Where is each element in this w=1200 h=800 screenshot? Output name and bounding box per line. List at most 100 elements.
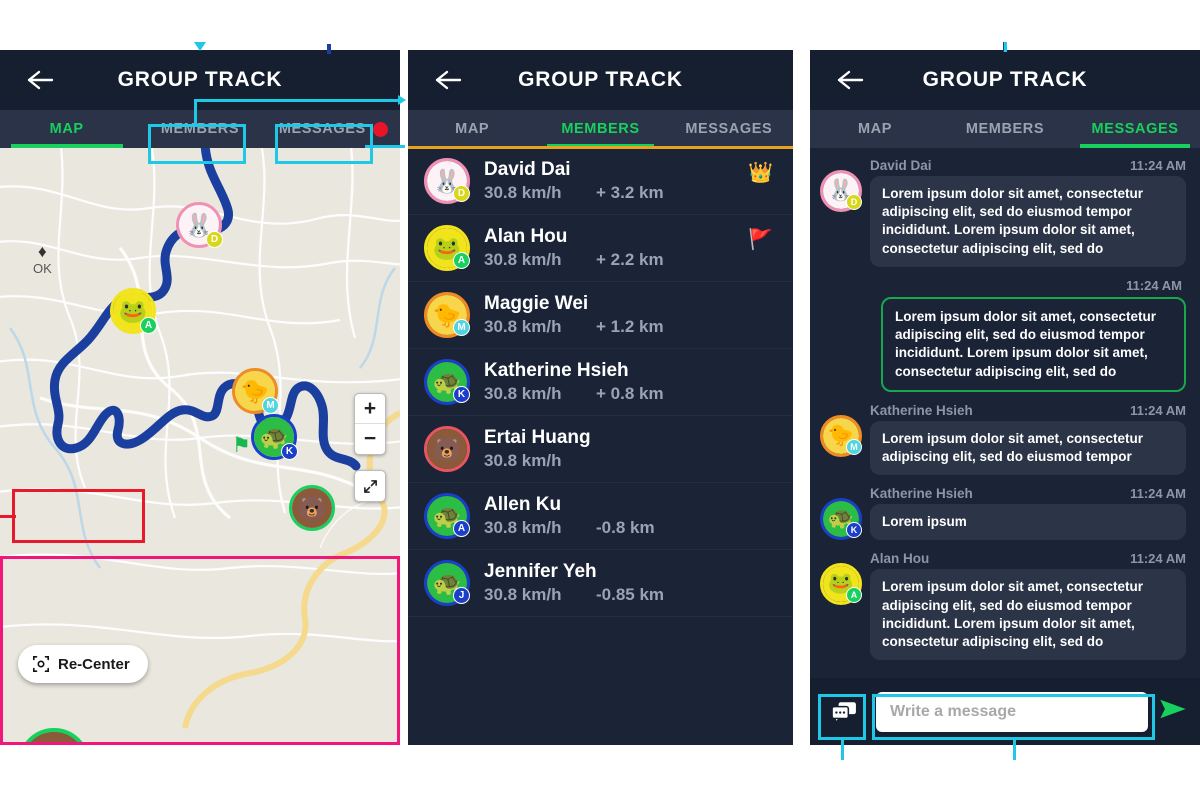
- message-time: 11:24 AM: [1130, 486, 1186, 502]
- back-arrow-icon[interactable]: [26, 68, 54, 92]
- table-row[interactable]: 🐻 Ertai Huang 30.8 km/h: [408, 416, 793, 483]
- avatar: 🐢 J: [424, 560, 470, 606]
- message-body: 11:24 AM Lorem ipsum dolor sit amet, con…: [820, 278, 1186, 392]
- chat-bubbles-icon[interactable]: [822, 693, 866, 731]
- avatar: 🐸 A: [424, 225, 470, 271]
- green-flag-icon: ⚑: [232, 434, 251, 457]
- member-name: Maggie Wei: [484, 293, 589, 314]
- list-item: 🐰 D David Dai 11:24 AM Lorem ipsum dolor…: [820, 158, 1186, 267]
- tab-messages-label: MESSAGES: [278, 121, 366, 137]
- message-author: Katherine Hsieh: [870, 402, 973, 418]
- tab-map-label: MAP: [857, 121, 893, 137]
- tab-members[interactable]: MEMBERS: [536, 110, 664, 148]
- avatar-initial: M: [453, 319, 470, 336]
- message-input[interactable]: Write a message: [876, 691, 1148, 732]
- map-marker-ertai[interactable]: 🐻: [289, 485, 335, 531]
- message-bubble: Lorem ipsum dolor sit amet, consectetur …: [870, 569, 1186, 661]
- member-info: Ertai Huang 30.8 km/h: [484, 427, 777, 471]
- avatar-face: 🐻: [427, 429, 467, 469]
- table-row[interactable]: 🐢 J Jennifer Yeh 30.8 km/h -0.85 km: [408, 550, 793, 617]
- list-item: 🐤 M Katherine Hsieh 11:24 AM Lorem ipsum…: [820, 402, 1186, 476]
- marker-initial: D: [206, 231, 223, 248]
- message-time: 11:24 AM: [1130, 158, 1186, 173]
- pin-icon: ♦: [38, 242, 47, 261]
- member-info: Allen Ku 30.8 km/h -0.8 km: [484, 494, 777, 538]
- message-bubble: Lorem ipsum dolor sit amet, consectetur …: [870, 176, 1186, 267]
- table-row[interactable]: 🐤 M Maggie Wei 30.8 km/h + 1.2 km: [408, 282, 793, 349]
- tab-map[interactable]: MAP: [810, 110, 940, 148]
- tab-map[interactable]: MAP: [0, 110, 133, 148]
- map-zoom-controls[interactable]: + −: [354, 393, 386, 455]
- recenter-label: Re-Center: [58, 655, 130, 673]
- members-list[interactable]: 🐰 D David Dai 30.8 km/h + 3.2 km 👑 🐸 A A…: [408, 148, 793, 745]
- avatar-initial: A: [453, 252, 470, 269]
- avatar-initial: D: [846, 194, 862, 210]
- tab-map-label: MAP: [49, 121, 84, 137]
- message-body: David Dai 11:24 AM Lorem ipsum dolor sit…: [870, 158, 1186, 267]
- member-name: Jennifer Yeh: [484, 561, 597, 582]
- table-row[interactable]: 🐢 A Allen Ku 30.8 km/h -0.8 km: [408, 483, 793, 550]
- map-poi-ok[interactable]: ♦ OK: [33, 243, 52, 276]
- avatar-initial: A: [453, 520, 470, 537]
- member-distance: + 3.2 km: [596, 183, 664, 202]
- avatar: 🐸 A: [820, 563, 862, 606]
- member-speed: 30.8 km/h: [484, 250, 562, 269]
- tab-messages[interactable]: MESSAGES: [665, 110, 793, 148]
- message-body: Katherine Hsieh 11:24 AM Lorem ipsum: [870, 486, 1186, 541]
- avatar: 🐢 K: [424, 359, 470, 405]
- tab-messages[interactable]: MESSAGES: [1070, 110, 1200, 148]
- avatar: 🐰 D: [424, 158, 470, 204]
- screenshot-root: GROUP TRACK MAP MEMBERS MESSAGES ♦ OK ⚑ …: [0, 0, 1200, 800]
- member-distance: -0.8 km: [596, 518, 655, 537]
- tab-messages[interactable]: MESSAGES: [267, 110, 400, 148]
- back-arrow-icon[interactable]: [836, 68, 864, 92]
- member-speed: 30.8 km/h: [484, 384, 562, 403]
- tab-messages-label: MESSAGES: [1091, 121, 1179, 137]
- messages-tab-bar: MAP MEMBERS MESSAGES: [810, 110, 1200, 148]
- member-speed: 30.8 km/h: [484, 451, 562, 470]
- member-info: Maggie Wei 30.8 km/h + 1.2 km: [484, 293, 777, 337]
- tab-members-label: MEMBERS: [561, 121, 640, 137]
- map-tab-bar: MAP MEMBERS MESSAGES: [0, 110, 400, 148]
- send-arrow-icon[interactable]: [1158, 696, 1188, 727]
- table-row[interactable]: 🐢 K Katherine Hsieh 30.8 km/h + 0.8 km: [408, 349, 793, 416]
- zoom-in-button[interactable]: +: [355, 394, 385, 424]
- table-row[interactable]: 🐰 D David Dai 30.8 km/h + 3.2 km 👑: [408, 148, 793, 215]
- member-name: Ertai Huang: [484, 427, 591, 448]
- marker-initial: M: [262, 397, 279, 414]
- tab-members[interactable]: MEMBERS: [133, 110, 266, 148]
- table-row[interactable]: 🐸 A Alan Hou 30.8 km/h + 2.2 km 🚩: [408, 215, 793, 282]
- tab-members-label: MEMBERS: [965, 121, 1045, 137]
- member-speed: 30.8 km/h: [484, 183, 562, 202]
- member-distance: -0.85 km: [596, 585, 665, 604]
- message-body: Katherine Hsieh 11:24 AM Lorem ipsum dol…: [870, 402, 1186, 476]
- message-author: David Dai: [870, 158, 932, 173]
- expand-arrows-icon[interactable]: [354, 470, 386, 502]
- map-marker-maggie[interactable]: 🐤 M: [232, 368, 279, 414]
- back-arrow-icon[interactable]: [434, 68, 462, 92]
- message-time: 11:24 AM: [1126, 277, 1182, 293]
- map-marker-katherine[interactable]: 🐢 K: [251, 414, 298, 460]
- screen-map: GROUP TRACK MAP MEMBERS MESSAGES ♦ OK ⚑ …: [0, 50, 400, 745]
- map-marker-david[interactable]: 🐰 D: [176, 202, 223, 248]
- zoom-out-button[interactable]: −: [355, 424, 385, 454]
- tab-members[interactable]: MEMBERS: [940, 110, 1070, 148]
- member-speed: 30.8 km/h: [484, 518, 562, 537]
- flag-icon: 🚩: [748, 229, 773, 251]
- list-item: 🐸 A Alan Hou 11:24 AM Lorem ipsum dolor …: [820, 551, 1186, 661]
- member-name: David Dai: [484, 159, 571, 180]
- message-list[interactable]: 🐰 D David Dai 11:24 AM Lorem ipsum dolor…: [810, 148, 1200, 678]
- page-title: GROUP TRACK: [117, 68, 283, 91]
- message-author: Alan Hou: [870, 551, 930, 567]
- map-marker-alan[interactable]: 🐸 A: [110, 288, 157, 334]
- map-canvas[interactable]: ♦ OK ⚑ 🐰 D 🐸 A 🐤 M 🐢 K 🐻 + − Re-Center: [0, 148, 400, 745]
- member-distance: + 2.2 km: [596, 250, 664, 269]
- avatar-initial: M: [846, 438, 862, 455]
- message-bubble: Lorem ipsum dolor sit amet, consectetur …: [870, 420, 1186, 476]
- avatar: 🐻: [292, 488, 332, 528]
- recenter-button[interactable]: Re-Center: [18, 645, 148, 683]
- member-distance: + 0.8 km: [596, 384, 664, 403]
- crosshair-icon: [32, 655, 50, 673]
- tab-map[interactable]: MAP: [408, 110, 536, 148]
- avatar: 🐰 D: [820, 170, 862, 212]
